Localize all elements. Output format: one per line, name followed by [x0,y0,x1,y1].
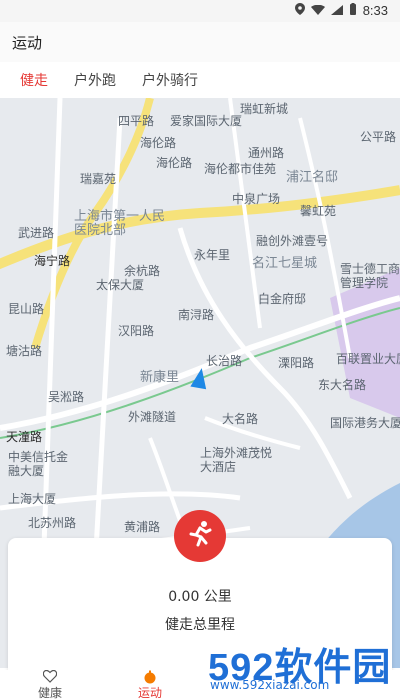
map-label: 长治路 [206,354,243,368]
map-label: 汉阳路 [118,324,155,338]
nav-item-health[interactable]: 健康 [0,669,100,700]
app-header: 运动 [0,22,400,62]
map-label: 吴淞路 [48,390,85,404]
map-label: 海伦路 [156,156,193,170]
nav-label-sport: 运动 [137,686,162,700]
battery-icon [349,3,357,18]
location-icon [294,3,305,18]
map-label: 上海市第一人民医院北部 [74,209,166,238]
map-label: 溧阳路 [278,356,315,370]
nav-label-health: 健康 [37,686,62,700]
status-bar: 8:33 [0,0,400,22]
nav-item-sport[interactable]: 运动 [100,670,200,700]
map-label: 海伦都市佳苑 [204,162,277,176]
map-label: 永年里 [194,248,231,262]
map-label: 通州路 [248,146,285,160]
map-label: 浦江名邸 [286,170,339,185]
map-label: 南浔路 [178,308,215,322]
status-icons: 8:33 [294,3,388,18]
map-label: 天潼路 [6,430,43,444]
map-label: 新康里 [140,370,180,385]
total-distance-value: 0.00 公里 [168,589,232,605]
map-label: 海伦路 [140,136,177,150]
map-label: 东大名路 [318,378,367,392]
map-label: 塘沽路 [6,344,43,358]
map-label: 国际港务大厦 [330,416,400,430]
map-label: 百联置业大厦 [336,352,400,366]
map-label: 大名路 [222,412,259,426]
runner-icon [185,519,215,553]
tab-outdoor-cycling[interactable]: 户外骑行 [142,70,198,90]
map-label: 北苏州路 [28,516,77,530]
watermark-url: www.592xiazai.com [210,678,330,692]
map-label: 馨虹苑 [300,204,337,218]
map-label: 海宁路 [34,254,71,268]
map-label: 中美信托金融大厦 [8,450,69,478]
page-title: 运动 [12,34,43,52]
wifi-icon [310,4,325,18]
start-walk-button[interactable] [174,510,226,562]
map-label: 名江七星城 [252,256,318,271]
tab-outdoor-run[interactable]: 户外跑 [74,70,116,90]
sport-icon [100,670,200,684]
map-label: 瑞嘉苑 [80,172,117,186]
map-label: 雪士德工商管理学院 [340,262,400,290]
map-label: 四平路 [118,114,155,128]
map-label: 瑞虹新城 [240,102,289,116]
map-label: 上海外滩茂悦大酒店 [200,446,273,474]
map-label: 昆山路 [8,302,45,316]
map-label: 黄浦路 [124,520,161,534]
status-time: 8:33 [362,3,388,18]
map-label: 太保大厦 [96,278,145,292]
map-label: 融创外滩壹号 [256,234,329,248]
map-label: 公平路 [360,130,397,144]
user-location-marker [190,366,210,390]
map-label: 外滩隧道 [128,410,177,424]
map-label: 上海大厦 [8,492,57,506]
signal-icon [330,4,343,18]
map-label: 爱家国际大厦 [170,114,243,128]
map-label: 武进路 [18,226,55,240]
watermark: 592软件园 www.592xiazai.com [200,632,400,700]
map-label: 中泉广场 [232,192,281,206]
tab-walk[interactable]: 健走 [20,70,48,90]
total-distance-label: 健走总里程 [165,617,235,633]
sport-tabs: 健走 户外跑 户外骑行 [0,62,400,98]
heart-icon [0,669,100,684]
map-label: 白金府邸 [258,292,307,306]
